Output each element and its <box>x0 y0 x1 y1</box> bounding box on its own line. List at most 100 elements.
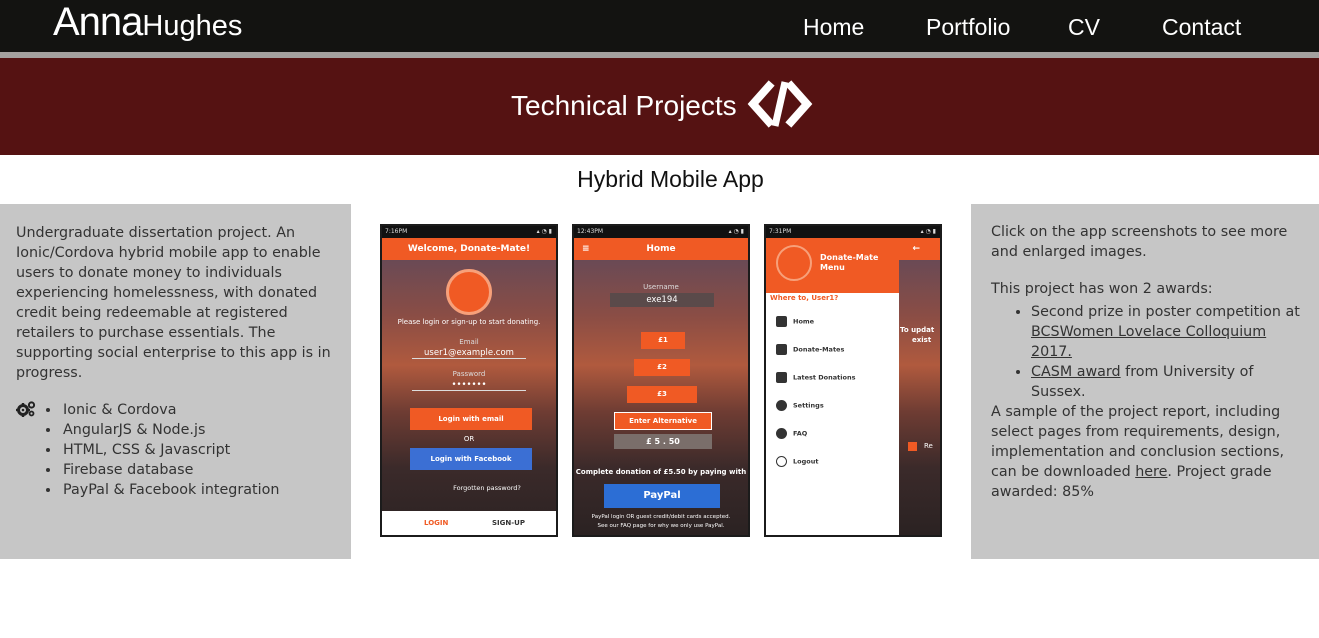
password-field: ••••••• <box>412 380 526 391</box>
brand-logo[interactable]: AnnaHughes <box>53 0 242 52</box>
menu-title: Donate-Mate Menu <box>820 253 879 272</box>
login-prompt: Please login or sign-up to start donatin… <box>397 318 541 326</box>
back-arrow-icon: ← <box>912 244 920 254</box>
menu-item-label: Home <box>793 317 815 326</box>
menu-item-donate-mates: Donate-Mates <box>776 344 844 355</box>
menu-item-label: Settings <box>793 401 824 410</box>
menu-item-label: Logout <box>793 457 819 466</box>
menu-item-settings: Settings <box>776 400 824 411</box>
custom-amount-field: £ 5 . 50 <box>614 434 712 449</box>
peek-text-3: Re <box>924 442 933 450</box>
status-bar: 7:16PM ▴ ◔ ▮ <box>382 226 556 238</box>
gears-icon <box>16 400 36 418</box>
tech-item: PayPal & Facebook integration <box>61 480 341 500</box>
email-field: user1@example.com <box>412 348 526 359</box>
brand-last-name: Hughes <box>142 10 243 42</box>
tech-item: Firebase database <box>61 460 341 480</box>
screenshot-instruction: Click on the app screenshots to see more… <box>991 224 1288 260</box>
menu-item-label: Donate-Mates <box>793 345 845 354</box>
people-icon <box>776 344 787 355</box>
card-icon <box>776 372 787 383</box>
menu-header: Donate-Mate Menu <box>766 238 899 293</box>
login-facebook-button: Login with Facebook <box>410 448 532 470</box>
hamburger-icon: ≡ <box>582 244 590 254</box>
username-field: exe194 <box>610 293 714 307</box>
forgot-password-link: Forgotten password? <box>453 484 521 492</box>
help-icon <box>776 428 787 439</box>
or-text: OR <box>463 435 475 443</box>
tech-item: Ionic & Cordova <box>61 400 341 420</box>
complete-donation-text: Complete donation of £5.50 by paying wit… <box>575 468 747 476</box>
menu-item-faq: FAQ <box>776 428 807 439</box>
awards-intro: This project has won 2 awards: <box>991 281 1213 297</box>
menu-item-home: Home <box>776 316 814 327</box>
status-bar: 12:43PM ▴ ◔ ▮ <box>574 226 748 238</box>
decimal-point: . <box>662 437 666 446</box>
tab-login: LOGIN <box>424 519 449 527</box>
menu-greeting: Where to, User1? <box>770 294 839 302</box>
home-icon <box>776 316 787 327</box>
menu-logo <box>776 245 812 281</box>
email-label: Email <box>459 338 479 346</box>
award-1-text: Second prize in poster competition at <box>1031 304 1300 320</box>
project-description-panel: Undergraduate dissertation project. An I… <box>0 204 351 559</box>
project-description: Undergraduate dissertation project. An I… <box>16 225 331 381</box>
amount-3-button: £3 <box>627 386 697 403</box>
paypal-button: PayPal <box>604 484 720 508</box>
gear-icon <box>776 400 787 411</box>
project-info-panel: Click on the app screenshots to see more… <box>971 204 1319 559</box>
menu-item-logout: Logout <box>776 456 818 467</box>
casm-award-link[interactable]: CASM award <box>1031 364 1121 380</box>
project-title: Hybrid Mobile App <box>577 166 764 192</box>
currency-symbol: £ <box>646 437 652 446</box>
report-download-link[interactable]: here <box>1135 464 1167 480</box>
tab-bar: LOGIN SIGN-UP <box>382 511 556 535</box>
app-header-title: Home <box>646 244 676 254</box>
award-item: Second prize in poster competition at BC… <box>1031 302 1309 362</box>
paypal-note-2: See our FAQ page for why we only use Pay… <box>597 523 725 529</box>
app-screenshot-menu[interactable]: 7:31PM ▴ ◔ ▮ ← To updat exist Re Donate-M… <box>764 224 942 537</box>
paypal-note-1: PayPal login OR guest credit/debit cards… <box>591 514 731 520</box>
status-time: 7:31PM <box>769 228 792 235</box>
pence-value: 50 <box>668 437 680 446</box>
app-screenshot-login[interactable]: 7:16PM ▴ ◔ ▮ Welcome, Donate-Mate! Please… <box>380 224 558 537</box>
code-icon <box>747 78 813 134</box>
side-menu: Donate-Mate Menu Where to, User1? Home D… <box>766 238 899 535</box>
app-header: ≡ Home <box>574 238 748 260</box>
pounds-value: 5 <box>654 437 661 446</box>
nav-home-link[interactable]: Home <box>803 12 864 42</box>
amount-2-button: £2 <box>634 359 690 376</box>
award-item: CASM award from University of Sussex. <box>1031 362 1309 402</box>
app-screenshot-home[interactable]: 12:43PM ▴ ◔ ▮ ≡ Home Username exe194 £1 £2… <box>572 224 750 537</box>
brand-first-name: Anna <box>53 0 143 44</box>
nav-cv-link[interactable]: CV <box>1068 12 1100 42</box>
app-logo <box>446 269 492 315</box>
tech-item: HTML, CSS & Javascript <box>61 440 341 460</box>
peek-text-2: exist <box>912 336 932 344</box>
tech-stack: Ionic & Cordova AngularJS & Node.js HTML… <box>16 400 341 500</box>
peek-text-1: To updat <box>900 326 935 334</box>
bcswomen-link[interactable]: BCSWomen Lovelace Colloquium 2017. <box>1031 324 1266 360</box>
menu-item-label: FAQ <box>793 429 808 438</box>
menu-item-label: Latest Donations <box>793 373 856 382</box>
nav-contact-link[interactable]: Contact <box>1162 12 1241 42</box>
app-header: Welcome, Donate-Mate! <box>382 238 556 260</box>
awards-list: Second prize in poster competition at BC… <box>1031 302 1309 402</box>
enter-alternative-button: Enter Alternative <box>614 412 712 430</box>
report-sample-text: A sample of the project report, includin… <box>991 402 1309 502</box>
menu-item-latest-donations: Latest Donations <box>776 372 855 383</box>
password-label: Password <box>452 370 486 378</box>
tech-item: AngularJS & Node.js <box>61 420 341 440</box>
username-label: Username <box>643 283 679 291</box>
banner-title: Technical Projects <box>511 90 737 121</box>
status-time: 7:16PM <box>385 228 408 235</box>
top-navbar: AnnaHughes Home Portfolio CV Contact <box>0 0 1319 52</box>
section-banner: Technical Projects <box>0 58 1319 155</box>
logout-icon <box>776 456 787 467</box>
amount-1-button: £1 <box>641 332 685 349</box>
status-bar: 7:31PM ▴ ◔ ▮ <box>766 226 940 238</box>
nav-portfolio-link[interactable]: Portfolio <box>926 12 1010 42</box>
checkbox-icon <box>908 442 917 451</box>
status-time: 12:43PM <box>577 228 604 235</box>
tab-signup: SIGN-UP <box>492 519 525 527</box>
